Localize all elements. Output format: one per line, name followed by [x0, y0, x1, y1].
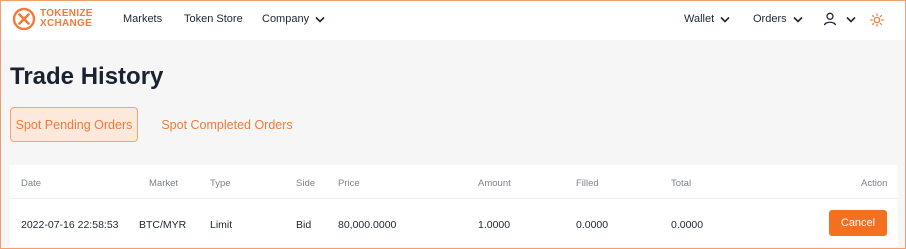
nav-wallet-label: Wallet [684, 13, 715, 25]
nav-company-dropdown[interactable]: Company [262, 13, 325, 25]
nav-orders-dropdown[interactable]: Orders [753, 13, 803, 25]
page-title: Trade History [10, 63, 164, 90]
column-header-type: Type [210, 178, 231, 189]
column-header-date: Date [21, 178, 42, 189]
nav-orders-label: Orders [753, 13, 787, 25]
chevron-down-icon [793, 16, 803, 23]
column-header-market: Market [149, 178, 179, 189]
cell-type: Limit [210, 219, 233, 231]
cell-date: 2022-07-16 22:58:53 [21, 219, 119, 231]
tab-spot-completed-orders[interactable]: Spot Completed Orders [154, 107, 300, 142]
app-window: TOKENIZE XCHANGE Markets Token Store Com… [0, 0, 906, 249]
chevron-down-icon [315, 16, 325, 23]
top-navigation-bar: TOKENIZE XCHANGE Markets Token Store Com… [1, 1, 905, 40]
nav-token-store-label: Token Store [184, 13, 243, 25]
column-header-side: Side [296, 178, 316, 189]
column-header-filled: Filled [576, 178, 599, 189]
user-icon [823, 12, 837, 26]
orders-table: Date Market Type Side Price Amount Fille… [10, 165, 898, 247]
nav-markets[interactable]: Markets [123, 13, 162, 25]
table-row: 2022-07-16 22:58:53 BTC/MYR Limit Bid 80… [10, 199, 898, 247]
table-header-row: Date Market Type Side Price Amount Fille… [10, 165, 898, 199]
tab-spot-pending-orders[interactable]: Spot Pending Orders [10, 107, 138, 142]
column-header-total: Total [671, 178, 692, 189]
sun-icon[interactable] [870, 13, 884, 27]
column-header-amount: Amount [478, 178, 511, 189]
cell-price: 80,000.0000 [338, 219, 397, 231]
cell-side: Bid [296, 219, 312, 231]
brand-logo[interactable]: TOKENIZE XCHANGE [12, 7, 93, 31]
nav-token-store[interactable]: Token Store [184, 13, 243, 25]
cancel-order-button[interactable]: Cancel [829, 210, 887, 236]
brand-line-2: XCHANGE [40, 18, 93, 29]
user-menu[interactable] [823, 12, 856, 26]
cell-amount: 1.0000 [478, 219, 511, 231]
cell-total: 0.0000 [671, 219, 704, 231]
nav-markets-label: Markets [123, 13, 163, 25]
nav-company-label: Company [262, 13, 310, 25]
chevron-down-icon [720, 16, 730, 23]
nav-wallet-dropdown[interactable]: Wallet [684, 13, 730, 25]
cell-market: BTC/MYR [139, 219, 187, 231]
column-header-price: Price [338, 178, 360, 189]
column-header-action: Action [861, 178, 888, 189]
logo-icon [12, 7, 36, 31]
cell-filled: 0.0000 [576, 219, 609, 231]
brand-wordmark: TOKENIZE XCHANGE [40, 9, 93, 29]
chevron-down-icon [846, 16, 856, 23]
